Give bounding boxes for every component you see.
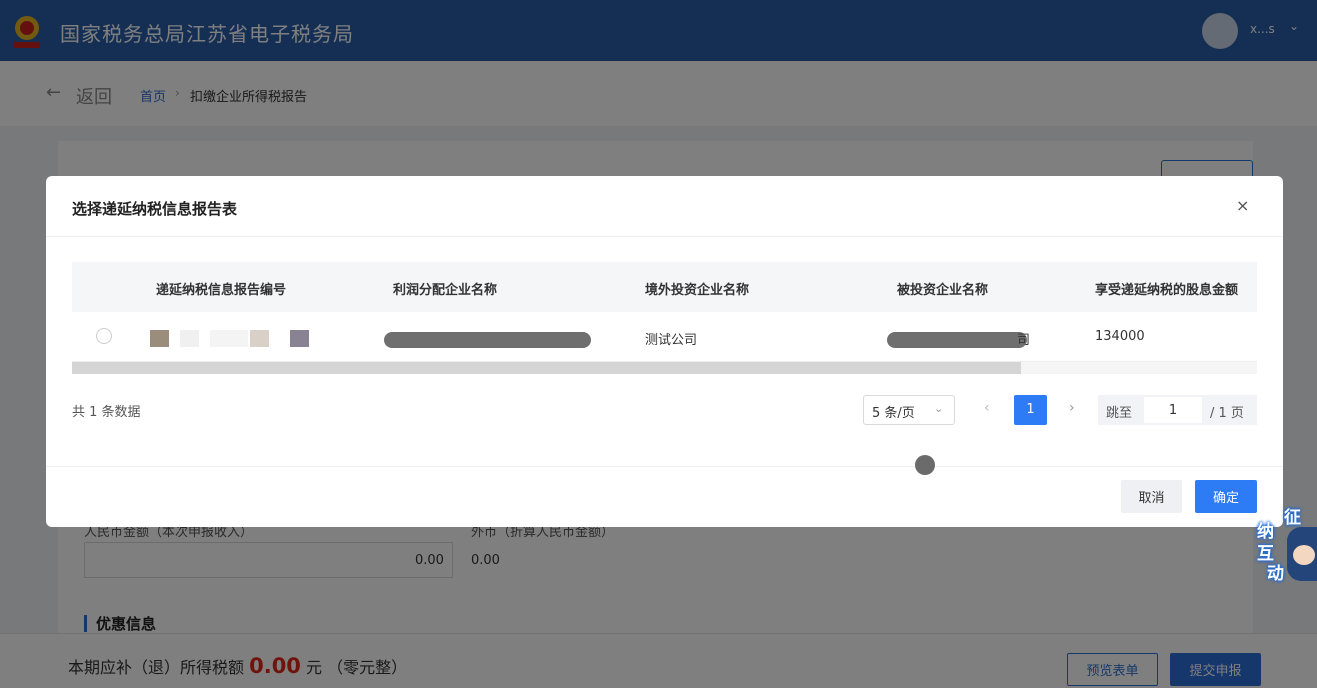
redacted-profit-distributor (384, 332, 591, 348)
page-number-current[interactable]: 1 (1014, 395, 1047, 425)
cell-investee-suffix: 司 (1017, 333, 1031, 348)
chevron-down-icon: ⌄ (934, 402, 944, 415)
redacted-report-no (150, 330, 169, 347)
column-header-dividend-amount: 享受递延纳税的股息金额 (1095, 283, 1239, 298)
column-header-profit-distributor: 利润分配企业名称 (393, 283, 498, 298)
confirm-button[interactable]: 确定 (1195, 480, 1257, 513)
page-jumper: 跳至 / 1 页 (1098, 395, 1257, 425)
cell-overseas-investor: 测试公司 (645, 333, 698, 348)
cancel-button[interactable]: 取消 (1121, 480, 1182, 513)
next-page-icon[interactable]: › (1069, 400, 1075, 416)
table-header: 递延纳税信息报告编号 利润分配企业名称 境外投资企业名称 被投资企业名称 享受递… (72, 262, 1257, 312)
interactive-assistant-widget[interactable]: 征 纳 互 动 (1253, 503, 1317, 587)
select-deferred-tax-report-dialog: 选择递延纳税信息报告表 × 递延纳税信息报告编号 利润分配企业名称 境外投资企业… (46, 176, 1283, 527)
page-size-select[interactable]: 5 条/页 ⌄ (863, 395, 955, 425)
column-header-report-no: 递延纳税信息报告编号 (156, 283, 287, 298)
redacted-report-no (180, 330, 199, 347)
dialog-title: 选择递延纳税信息报告表 (72, 200, 238, 218)
horizontal-scrollbar[interactable] (72, 362, 1257, 374)
redacted-report-no (210, 330, 248, 347)
dialog-divider (46, 236, 1283, 237)
row-select-radio[interactable] (96, 328, 112, 344)
jump-label: 跳至 (1106, 406, 1133, 421)
redacted-report-no (290, 330, 309, 347)
close-icon[interactable]: × (1236, 196, 1249, 215)
assistant-face (1293, 545, 1315, 565)
assistant-char: 征 (1284, 508, 1301, 528)
prev-page-icon[interactable]: ‹ (984, 400, 990, 416)
table-row[interactable]: 测试公司 司 134000 (72, 312, 1257, 362)
total-pages: / 1 页 (1210, 406, 1244, 421)
cell-dividend-amount: 134000 (1095, 329, 1145, 344)
mouse-cursor-indicator (915, 455, 935, 475)
page-size-value: 5 条/页 (872, 406, 915, 421)
redacted-investee (887, 332, 1027, 348)
total-count: 共 1 条数据 (72, 405, 141, 420)
report-table: 递延纳税信息报告编号 利润分配企业名称 境外投资企业名称 被投资企业名称 享受递… (72, 262, 1257, 362)
redacted-report-no (250, 330, 269, 347)
scrollbar-thumb[interactable] (72, 362, 1021, 374)
dialog-footer-divider (46, 466, 1283, 467)
column-header-overseas-investor: 境外投资企业名称 (645, 283, 750, 298)
assistant-char: 动 (1267, 564, 1284, 584)
column-header-investee: 被投资企业名称 (897, 283, 989, 298)
jump-page-input[interactable] (1144, 397, 1202, 423)
